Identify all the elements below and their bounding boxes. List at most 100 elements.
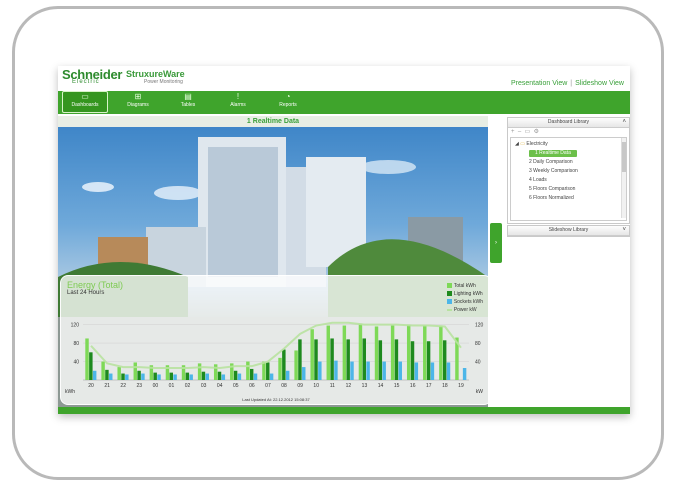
nav-reports-label: Reports [279,102,297,108]
bar-total [406,324,411,380]
bar-lighting [426,341,431,380]
bar-lighting [282,349,286,380]
tree-item-floors-normalized[interactable]: 6 Floors Normalized [529,195,574,202]
bottom-bar [58,407,630,414]
dashboard-library-header[interactable]: Dashboard Library ˄ [508,118,629,128]
bar-sockets [173,374,177,380]
tree-item-floors[interactable]: 5 Floors Comparison [529,186,575,193]
struxureware-logo: StruxureWare Power Monitoring [126,69,185,85]
slideshow-library-panel[interactable]: Slideshow Library ˅ [507,225,630,237]
folder-icon[interactable]: ▭ [525,129,531,135]
bar-sockets [125,374,129,380]
x-tick-label: 12 [346,383,352,389]
bar-sockets [285,370,290,380]
bar-sockets [189,374,193,380]
view-separator: | [570,80,573,87]
bar-total [310,329,314,380]
bar-lighting [201,371,206,380]
remove-icon[interactable]: – [518,129,521,135]
dashboard-library-panel: Dashboard Library ˄ + – ▭ ⚙ ◢ ▭ Electric… [507,117,630,224]
nav-alarms[interactable]: ! Alarms [216,92,260,112]
bar-total [197,363,202,380]
bar-sockets [334,360,338,380]
diagram-icon: ⊞ [134,92,142,101]
nav-alarms-label: Alarms [230,102,246,108]
bar-sockets [446,362,451,380]
settings-icon[interactable]: ⚙ [534,129,539,135]
tree-item-daily[interactable]: 2 Daily Comparison [529,159,573,166]
library-toolbar: + – ▭ ⚙ [508,128,629,136]
bar-lighting [314,339,318,380]
bar-total [85,338,89,380]
bar-sockets [269,373,274,380]
x-tick-label: 22 [120,383,126,389]
bar-sockets [398,361,402,380]
expand-panel-tab[interactable]: › [490,223,502,263]
x-tick-label: 21 [104,383,110,389]
x-tick-label: 06 [249,383,255,389]
x-tick-label: 04 [217,383,223,389]
bar-lighting [153,372,157,380]
presentation-view-link[interactable]: Presentation View [511,80,567,87]
tree-scrollbar[interactable] [621,138,626,218]
bar-total [101,361,105,380]
bar-lighting [185,372,190,380]
bar-sockets [430,362,435,380]
add-icon[interactable]: + [511,129,515,135]
y-axis-unit-right: kW [475,389,483,395]
bar-lighting [410,341,415,380]
y-tick-left: 120 [71,323,80,329]
x-tick-label: 05 [233,383,239,389]
bar-total [117,367,121,380]
bar-lighting [442,340,447,380]
bar-sockets [382,361,386,380]
bar-total [213,364,218,380]
bar-total [374,326,379,380]
slideshow-library-header[interactable]: Slideshow Library ˅ [508,226,629,236]
x-tick-label: 15 [394,383,400,389]
x-tick-label: 20 [88,383,94,389]
expand-icon[interactable]: ˅ [622,226,626,235]
bar-sockets [141,373,145,380]
y-tick-right: 40 [475,360,481,366]
bar-sockets [318,361,322,380]
nav-diagrams-label: Diagrams [127,102,149,108]
x-tick-label: 00 [153,383,159,389]
y-tick-left: 80 [73,341,79,347]
nav-reports[interactable]: ◔ Reports [266,92,310,112]
nav-diagrams[interactable]: ⊞ Diagrams [116,92,160,112]
bar-lighting [169,372,173,380]
chart-last-updated: Last Updated At: 22.12.2012 15:08:37 [242,397,310,402]
bar-sockets [350,361,354,380]
bar-total [358,323,363,380]
tree-item-loads[interactable]: 4 Loads [529,177,547,184]
bar-sockets [221,374,226,380]
bar-sockets [462,368,467,380]
energy-chart: Energy (Total) Last 24 Hours Total kWh L… [60,275,492,405]
slideshow-view-link[interactable]: Slideshow View [575,80,624,87]
nav-dashboards[interactable]: ▭ Dashboards [62,91,108,113]
tree-scroll-thumb[interactable] [622,142,626,172]
x-tick-label: 19 [458,383,464,389]
main-nav: ▭ Dashboards ⊞ Diagrams ▤ Tables ! Alarm… [58,91,630,114]
logo-secondary-text: StruxureWare [126,69,185,79]
tree-item-realtime[interactable]: 1 Realtime Data [529,150,577,157]
tree-item-weekly[interactable]: 3 Weekly Comparison [529,168,578,175]
nav-tables[interactable]: ▤ Tables [166,92,210,112]
nav-tables-label: Tables [180,102,196,108]
bar-sockets [414,362,419,380]
tree-folder-electricity[interactable]: ◢ ▭ Electricity [515,141,548,148]
bar-total [133,362,137,380]
slideshow-library-title: Slideshow Library [548,227,589,233]
bar-sockets [109,373,113,380]
bar-total [390,325,395,380]
collapse-icon[interactable]: ˄ [622,118,626,127]
logo-secondary-sub: Power Monitoring [144,79,183,85]
x-tick-label: 01 [169,383,175,389]
x-tick-label: 09 [297,383,303,389]
bar-lighting [378,340,383,380]
power-line [90,321,462,370]
table-icon: ▤ [184,92,192,101]
x-tick-label: 13 [362,383,368,389]
y-tick-left: 40 [73,360,79,366]
